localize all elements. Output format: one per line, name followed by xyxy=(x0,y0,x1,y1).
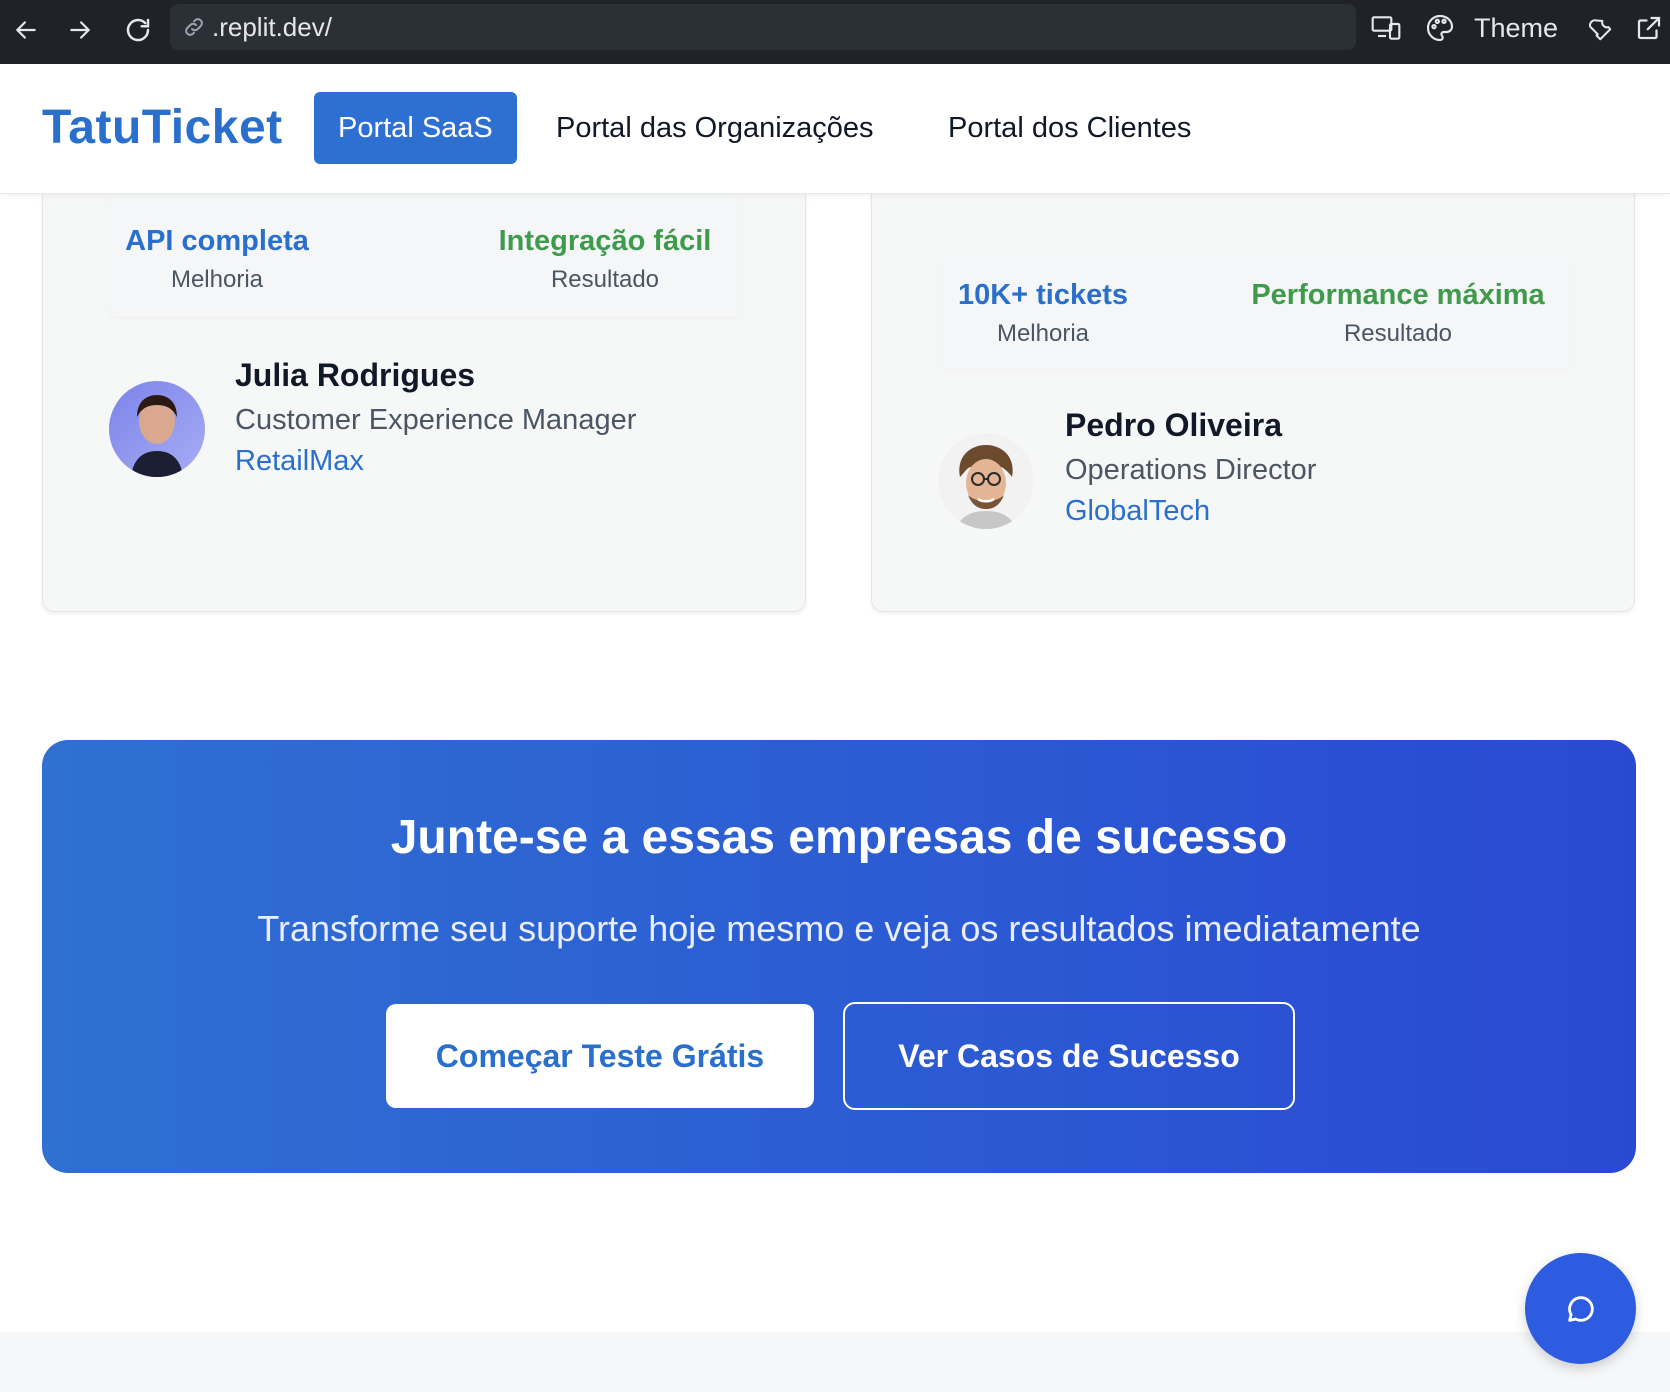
avatar xyxy=(109,381,205,477)
chat-bubble-icon xyxy=(1567,1295,1594,1322)
start-free-trial-button[interactable]: Começar Teste Grátis xyxy=(386,1004,814,1108)
url-text: .replit.dev/ xyxy=(212,11,332,42)
person-info: Julia Rodrigues Customer Experience Mana… xyxy=(235,357,636,478)
cta-banner: Junte-se a essas empresas de sucesso Tra… xyxy=(42,740,1636,1173)
person-role: Customer Experience Manager xyxy=(235,404,637,436)
metric-result: Integração fácil Resultado xyxy=(485,225,725,294)
tab-portal-organizacoes[interactable]: Portal das Organizações xyxy=(556,92,874,164)
person-info: Pedro Oliveira Operations Director Globa… xyxy=(1065,407,1316,528)
footer-section xyxy=(0,1332,1670,1392)
person-name: Julia Rodrigues xyxy=(235,357,476,393)
theme-button[interactable]: Theme xyxy=(1474,8,1558,48)
metric-caption: Melhoria xyxy=(996,320,1090,347)
metric-caption: Melhoria xyxy=(170,266,264,293)
metrics-panel: 10K+ tickets Melhoria Performance máxima… xyxy=(938,253,1574,369)
back-arrow-icon[interactable] xyxy=(6,10,46,50)
brand-logo[interactable]: TatuTicket xyxy=(42,100,283,155)
metric-caption: Resultado xyxy=(550,266,660,293)
browser-toolbar: .replit.dev/ Theme xyxy=(0,0,1670,64)
forward-arrow-icon[interactable] xyxy=(60,10,100,50)
testimonial-card: 10K+ tickets Melhoria Performance máxima… xyxy=(871,150,1635,612)
metric-value: 10K+ tickets xyxy=(957,279,1129,311)
tab-portal-clientes[interactable]: Portal dos Clientes xyxy=(948,92,1191,164)
metric-caption: Resultado xyxy=(1343,320,1453,347)
cta-subtitle: Transforme seu suporte hoje mesmo e veja… xyxy=(257,908,1421,949)
theme-label: Theme xyxy=(1474,12,1559,43)
metric-value: API completa xyxy=(125,225,309,257)
tab-portal-saas[interactable]: Portal SaaS xyxy=(314,92,517,164)
person-role: Operations Director xyxy=(1065,454,1317,486)
metric-value: Performance máxima xyxy=(1251,279,1545,311)
chat-button[interactable] xyxy=(1525,1253,1636,1364)
link-icon xyxy=(185,18,203,36)
metric-improvement: API completa Melhoria xyxy=(107,225,327,294)
reload-icon[interactable] xyxy=(118,10,158,50)
wrench-icon[interactable] xyxy=(1584,8,1614,48)
cta-title: Junte-se a essas empresas de sucesso xyxy=(390,811,1288,864)
devices-icon[interactable] xyxy=(1370,8,1402,48)
view-success-cases-button[interactable]: Ver Casos de Sucesso xyxy=(843,1002,1295,1110)
palette-icon[interactable] xyxy=(1424,8,1456,48)
external-link-icon[interactable] xyxy=(1634,8,1664,48)
metric-result: Performance máxima Resultado xyxy=(1238,279,1558,348)
metric-value: Integração fácil xyxy=(498,225,712,257)
person-company[interactable]: RetailMax xyxy=(235,445,636,478)
metric-improvement: 10K+ tickets Melhoria xyxy=(938,279,1148,348)
person-name: Pedro Oliveira xyxy=(1065,407,1282,443)
address-bar[interactable]: .replit.dev/ xyxy=(170,4,1356,50)
app-header: TatuTicket Portal SaaS Portal das Organi… xyxy=(0,64,1670,194)
person-company[interactable]: GlobalTech xyxy=(1065,495,1316,528)
avatar xyxy=(938,433,1034,529)
testimonial-card: API completa Melhoria Integração fácil R… xyxy=(42,150,806,612)
